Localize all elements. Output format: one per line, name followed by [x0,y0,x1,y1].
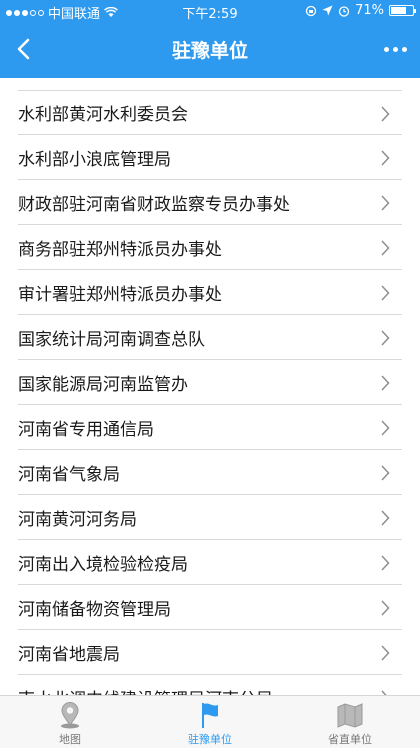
list-item[interactable]: 南水北调中线建设管理局河南分局 [18,675,402,695]
chevron-right-icon [381,195,390,211]
flag-icon [202,703,218,728]
list-item[interactable]: 河南省气象局 [18,450,402,495]
rotation-lock-icon [305,5,317,16]
more-dots-icon [383,46,407,52]
list-item[interactable]: 国家统计局河南调查总队 [18,315,402,360]
chevron-right-icon [381,420,390,436]
list-item-label: 河南黄河河务局 [18,509,137,530]
battery-icon [389,5,416,16]
list-item[interactable]: 财政部驻河南省财政监察专员办事处 [18,180,402,225]
list-item[interactable]: 河南省地震局 [18,630,402,675]
list-item-label: 河南省专用通信局 [18,419,154,440]
tab-provincial-units[interactable]: 省直单位 [280,696,420,748]
header-bar: 中国联通 下午2:59 71% 驻豫单位 [0,0,420,78]
chevron-right-icon [381,150,390,166]
navigation-bar: 驻豫单位 [0,22,420,78]
unit-list: 水利部黄河水利委员会 水利部小浪底管理局财政部驻河南省财政监察专员办事处 商务部驻郑… [0,90,420,695]
chevron-right-icon [381,285,390,301]
status-bar: 中国联通 下午2:59 71% [0,0,420,22]
battery-percent: 71% [355,3,384,18]
list-item-label: 商务部驻郑州特派员办事处 [18,239,222,260]
list-item[interactable]: 河南黄河河务局 [18,495,402,540]
folded-map-icon [337,703,363,728]
chevron-right-icon [381,465,390,481]
location-arrow-icon [322,5,333,16]
list-item[interactable]: 河南出入境检验检疫局 [18,540,402,585]
chevron-right-icon [381,510,390,526]
chevron-right-icon [381,375,390,391]
list-item-label: 财政部驻河南省财政监察专员办事处 [18,194,290,215]
tab-stationed-units[interactable]: 驻豫单位 [140,696,280,748]
page-title: 驻豫单位 [171,40,248,62]
chevron-right-icon [381,106,390,122]
list-item[interactable]: 水利部小浪底管理局 [18,135,402,180]
chevron-right-icon [381,645,390,661]
chevron-right-icon [381,240,390,256]
list-item[interactable]: 商务部驻郑州特派员办事处 [18,225,402,270]
list-item-label: 国家统计局河南调查总队 [18,329,205,350]
chevron-right-icon [381,555,390,571]
list-item[interactable]: 河南储备物资管理局 [18,585,402,630]
alarm-icon [338,5,350,17]
tab-bar: 地图 驻豫单位 省直单位 [0,695,420,748]
more-button[interactable] [380,36,410,62]
list-item-label: 国家能源局河南监管办 [18,374,188,395]
list-item-label: 河南出入境检验检疫局 [18,554,188,575]
chevron-right-icon [381,600,390,616]
list-item[interactable]: 国家能源局河南监管办 [18,360,402,405]
list-item-label: 审计署驻郑州特派员办事处 [18,284,222,305]
tab-label: 地图 [59,733,81,746]
list-item[interactable]: 河南省专用通信局 [18,405,402,450]
list-item[interactable]: 审计署驻郑州特派员办事处 [18,270,402,315]
tab-label: 省直单位 [328,733,372,746]
tab-map[interactable]: 地图 [0,696,140,748]
list-item-label: 河南省气象局 [18,464,120,485]
list-item-label: 水利部黄河水利委员会 [18,105,188,125]
chevron-right-icon [381,330,390,346]
list-item[interactable]: 水利部黄河水利委员会 [18,90,402,135]
map-pin-icon [61,702,79,729]
list-item-label: 水利部小浪底管理局 [18,149,171,170]
tab-label: 驻豫单位 [188,733,232,746]
list-item-label: 河南储备物资管理局 [18,599,171,620]
list-item-label: 南水北调中线建设管理局河南分局 [18,685,273,696]
list-item-label: 河南省地震局 [18,644,120,665]
